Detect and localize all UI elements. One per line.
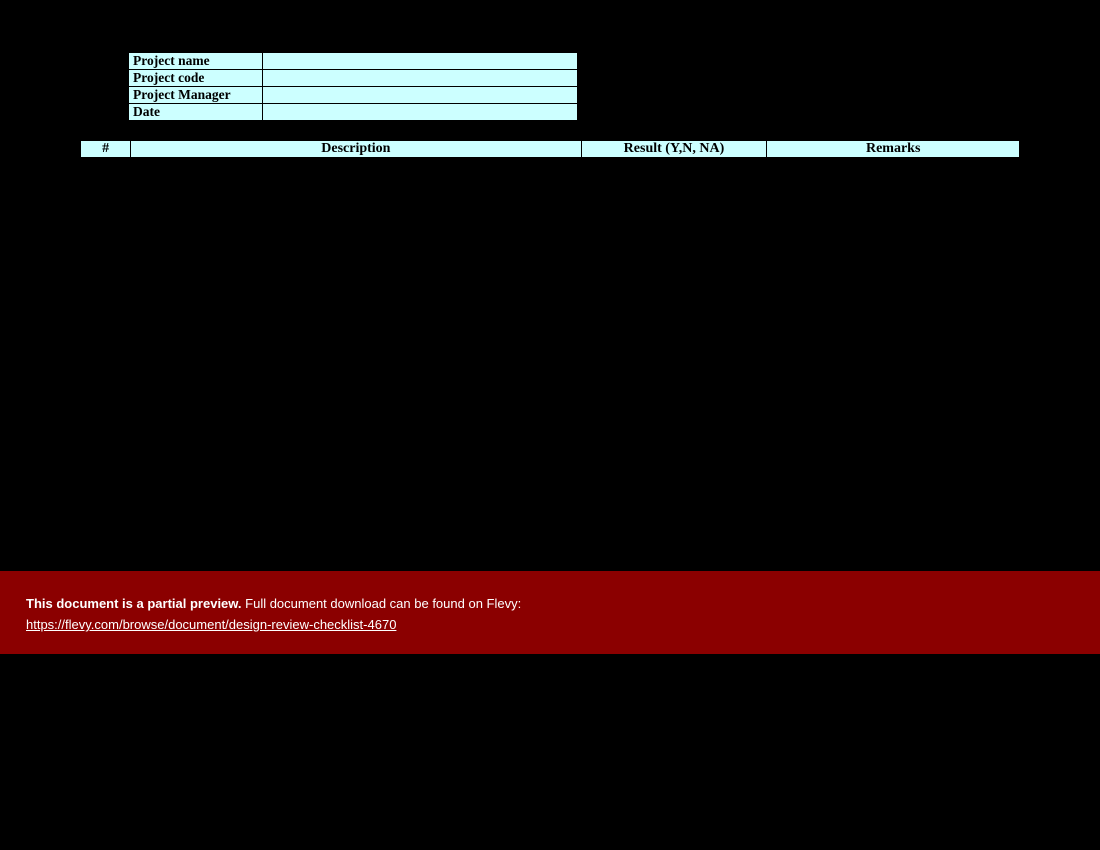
meta-row-project-code: Project code xyxy=(129,70,578,87)
preview-banner: This document is a partial preview. Full… xyxy=(0,571,1100,654)
meta-value xyxy=(263,70,578,87)
col-header-result: Result (Y,N, NA) xyxy=(581,141,767,158)
meta-label: Project name xyxy=(129,53,263,70)
project-meta-table: Project name Project code Project Manage… xyxy=(128,52,578,121)
col-header-remarks: Remarks xyxy=(767,141,1020,158)
meta-row-date: Date xyxy=(129,104,578,121)
meta-value xyxy=(263,87,578,104)
checklist-table: # Description Result (Y,N, NA) Remarks xyxy=(80,140,1020,158)
checklist-header-row: # Description Result (Y,N, NA) Remarks xyxy=(81,141,1020,158)
banner-bold-text: This document is a partial preview. xyxy=(26,596,242,611)
banner-text: This document is a partial preview. Full… xyxy=(26,595,1074,613)
meta-row-project-name: Project name xyxy=(129,53,578,70)
meta-label: Project Manager xyxy=(129,87,263,104)
meta-value xyxy=(263,104,578,121)
meta-row-project-manager: Project Manager xyxy=(129,87,578,104)
meta-label: Date xyxy=(129,104,263,121)
col-header-description: Description xyxy=(131,141,581,158)
banner-rest-text: Full document download can be found on F… xyxy=(242,596,522,611)
banner-link[interactable]: https://flevy.com/browse/document/design… xyxy=(26,617,396,632)
meta-value xyxy=(263,53,578,70)
meta-label: Project code xyxy=(129,70,263,87)
col-header-number: # xyxy=(81,141,131,158)
